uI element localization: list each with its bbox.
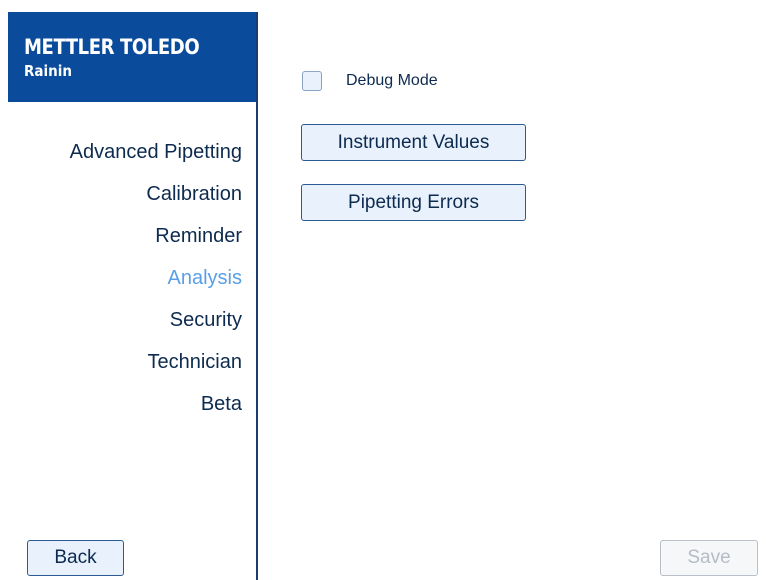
sidebar-item-beta[interactable]: Beta xyxy=(70,383,242,425)
save-button[interactable]: Save xyxy=(660,540,758,576)
sidebar-nav: Advanced Pipetting Calibration Reminder … xyxy=(70,131,242,425)
back-button[interactable]: Back xyxy=(27,540,124,576)
debug-mode-checkbox[interactable] xyxy=(302,71,322,91)
sidebar-item-security[interactable]: Security xyxy=(70,299,242,341)
sidebar-item-calibration[interactable]: Calibration xyxy=(70,173,242,215)
brand-logo: METTLER TOLEDO xyxy=(24,35,200,59)
brand-header: METTLER TOLEDO Rainin xyxy=(8,12,258,102)
sidebar-item-reminder[interactable]: Reminder xyxy=(70,215,242,257)
instrument-values-button[interactable]: Instrument Values xyxy=(301,124,526,161)
sidebar-item-analysis[interactable]: Analysis xyxy=(70,257,242,299)
debug-mode-label: Debug Mode xyxy=(346,72,438,89)
sidebar-divider xyxy=(256,12,258,580)
sidebar: METTLER TOLEDO Rainin Advanced Pipetting… xyxy=(8,12,258,580)
debug-mode-row: Debug Mode xyxy=(302,69,438,93)
sidebar-item-technician[interactable]: Technician xyxy=(70,341,242,383)
pipetting-errors-button[interactable]: Pipetting Errors xyxy=(301,184,526,221)
app-window: METTLER TOLEDO Rainin Advanced Pipetting… xyxy=(0,0,766,580)
sidebar-item-advanced-pipetting[interactable]: Advanced Pipetting xyxy=(70,131,242,173)
brand-subtitle: Rainin xyxy=(24,62,72,80)
